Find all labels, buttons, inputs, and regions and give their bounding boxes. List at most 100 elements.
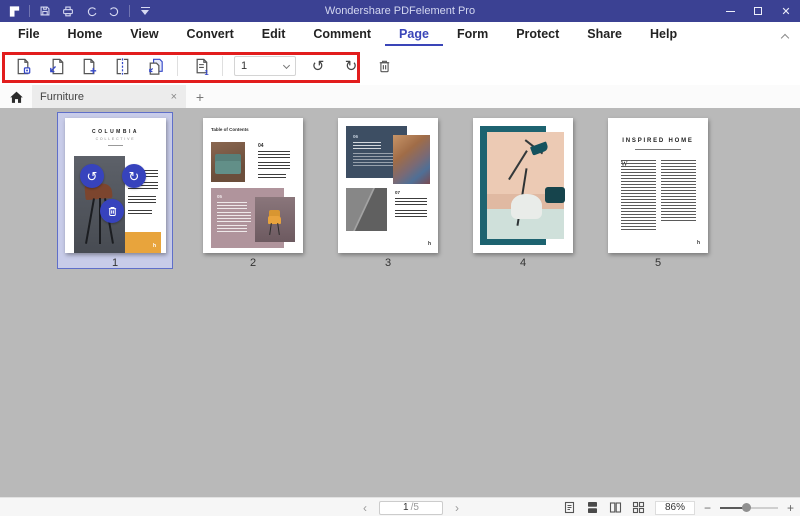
minimize-button[interactable] <box>716 0 744 22</box>
trash-icon <box>108 206 116 216</box>
page-number-value: 1 <box>241 60 248 72</box>
overlay-rotate-left-button[interactable]: ↺ <box>80 164 104 188</box>
document-tab-furniture[interactable]: Furniture × <box>32 85 186 108</box>
new-tab-button[interactable]: + <box>186 85 214 108</box>
text-lines-placeholder <box>258 151 290 159</box>
tab-close-icon[interactable]: × <box>171 91 177 103</box>
page-indicator-input[interactable]: 1 /5 <box>379 500 443 515</box>
menu-view[interactable]: View <box>116 23 172 47</box>
total-pages: /5 <box>410 502 419 513</box>
redo-icon[interactable] <box>106 3 122 19</box>
page-number-label-1: 1 <box>111 257 119 269</box>
page1-brand-mark: h <box>152 243 156 249</box>
zoom-slider-thumb[interactable] <box>741 503 751 512</box>
svg-text:1: 1 <box>204 68 209 77</box>
menu-form[interactable]: Form <box>443 23 502 47</box>
text-lines-placeholder <box>661 160 696 222</box>
add-blank-page-icon[interactable] <box>78 55 100 77</box>
single-page-view-icon[interactable] <box>563 501 577 515</box>
page1-title: COLUMBIA <box>92 129 139 135</box>
zoom-level-display[interactable]: 86% <box>654 500 695 515</box>
zoom-out-button[interactable]: − <box>704 502 711 514</box>
tab-label: Furniture <box>40 90 85 103</box>
page3-people-photo <box>393 135 430 184</box>
close-button[interactable]: ✕ <box>772 0 800 22</box>
chevron-down-icon <box>282 61 291 70</box>
page2-toc-number-1: 04 <box>258 143 264 149</box>
overlay-rotate-right-button[interactable]: ↻ <box>122 164 146 188</box>
text-lines-placeholder <box>128 210 152 215</box>
page5-brand-mark: h <box>696 240 700 246</box>
page-thumbnail-4[interactable] <box>473 118 573 253</box>
titlebar-separator <box>29 5 30 17</box>
toolbar-separator <box>177 56 178 76</box>
pdfelement-window: Wondershare PDFelement Pro ✕ File Home V… <box>0 0 800 516</box>
menu-share[interactable]: Share <box>573 23 636 47</box>
page-thumbnail-2[interactable]: Table of Contents 04 05 <box>203 118 303 253</box>
rotate-right-icon[interactable]: ↻ <box>340 55 362 77</box>
rotate-right-icon: ↻ <box>128 168 140 184</box>
page3-brand-mark: h <box>427 241 431 247</box>
undo-icon[interactable] <box>83 3 99 19</box>
page-number-label-2: 2 <box>249 257 257 269</box>
page1-subtitle: COLLECTIVE <box>95 137 136 141</box>
overlay-delete-button[interactable] <box>100 199 124 223</box>
save-icon[interactable] <box>37 3 53 19</box>
page-number-label-5: 5 <box>654 257 662 269</box>
page-labels-icon[interactable]: 1 <box>189 55 211 77</box>
statusbar: ‹ 1 /5 › 86% − + <box>0 497 800 516</box>
page4-interior-photo <box>487 132 565 239</box>
current-page: 1 <box>403 502 409 513</box>
split-document-icon[interactable] <box>111 55 133 77</box>
customize-toolbar-icon[interactable] <box>137 3 153 19</box>
page-number-label-4: 4 <box>519 257 527 269</box>
page1-orange-block: h <box>125 232 161 253</box>
page-thumbnail-5[interactable]: INSPIRED HOME W h <box>608 118 708 253</box>
menu-comment[interactable]: Comment <box>299 23 385 47</box>
home-tab-button[interactable] <box>0 85 32 108</box>
zoom-in-button[interactable]: + <box>787 502 794 514</box>
tabbar: Furniture × + <box>0 85 800 108</box>
page2-heading: Table of Contents <box>211 127 249 132</box>
text-lines-placeholder <box>621 160 656 232</box>
menu-convert[interactable]: Convert <box>173 23 248 47</box>
replace-pages-icon[interactable] <box>144 55 166 77</box>
maximize-button[interactable] <box>744 0 772 22</box>
page-toolbar: 1 1 ↺ ↻ <box>0 47 800 85</box>
page2-toc-number-2: 05 <box>217 194 223 199</box>
next-page-icon[interactable]: › <box>455 502 459 514</box>
insert-pages-icon[interactable] <box>45 55 67 77</box>
print-icon[interactable] <box>60 3 76 19</box>
page-thumbnail-3[interactable]: 06 07 h <box>338 118 438 253</box>
extract-pages-icon[interactable] <box>12 55 34 77</box>
page-number-label-3: 3 <box>384 257 392 269</box>
text-lines-placeholder <box>395 198 427 207</box>
text-lines-placeholder <box>258 174 286 179</box>
previous-page-icon[interactable]: ‹ <box>363 502 367 514</box>
menu-file[interactable]: File <box>4 23 54 47</box>
zoom-slider[interactable] <box>719 503 778 513</box>
text-lines-placeholder <box>128 196 156 203</box>
two-page-view-icon[interactable] <box>609 501 623 515</box>
collapse-toolbar-icon[interactable] <box>780 33 790 43</box>
menu-page[interactable]: Page <box>385 23 443 46</box>
rotate-left-icon[interactable]: ↺ <box>307 55 329 77</box>
continuous-scroll-view-icon[interactable] <box>586 501 600 515</box>
delete-pages-icon[interactable] <box>373 55 395 77</box>
grid-view-icon[interactable] <box>632 501 646 515</box>
menu-protect[interactable]: Protect <box>502 23 573 47</box>
page2-chair-photo <box>255 197 295 242</box>
menu-edit[interactable]: Edit <box>248 23 300 47</box>
titlebar-separator <box>129 5 130 17</box>
page-thumbnail-1[interactable]: COLUMBIA COLLECTIVE h <box>65 118 166 253</box>
toolbar-separator <box>222 56 223 76</box>
page3-fabric-photo <box>346 188 387 231</box>
menubar: File Home View Convert Edit Comment Page… <box>0 22 800 47</box>
page3-section-number-2: 07 <box>395 190 401 195</box>
page1-divider <box>108 145 123 146</box>
menu-help[interactable]: Help <box>636 23 691 47</box>
page5-subtitle-line <box>635 149 681 150</box>
menu-home[interactable]: Home <box>54 23 117 47</box>
titlebar: Wondershare PDFelement Pro ✕ <box>0 0 800 22</box>
page-number-select[interactable]: 1 <box>234 56 296 76</box>
